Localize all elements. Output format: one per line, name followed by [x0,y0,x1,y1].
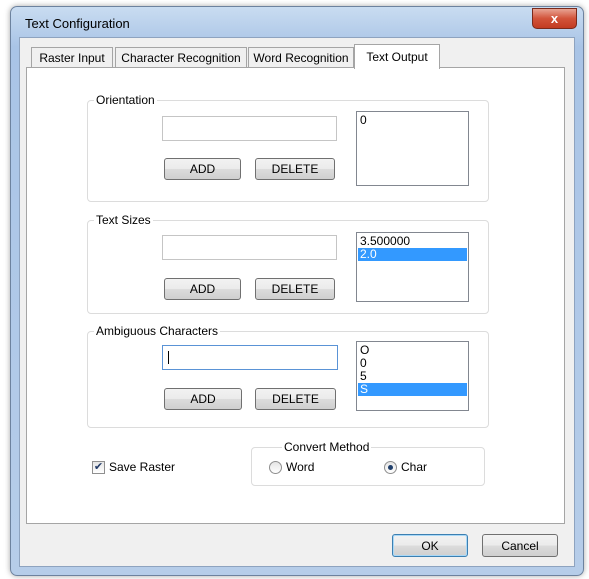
word-radio-label[interactable]: Word [286,460,314,474]
char-radio-label[interactable]: Char [401,460,427,474]
tab-raster-input[interactable]: Raster Input [31,47,113,68]
button-label: DELETE [272,392,319,406]
tab-text-output[interactable]: Text Output [354,44,440,69]
char-radio[interactable] [384,461,397,474]
tab-character-recognition[interactable]: Character Recognition [115,47,247,68]
button-label: DELETE [271,162,319,176]
text-sizes-add-button[interactable]: ADD [164,278,241,300]
ambiguous-characters-add-button[interactable]: ADD [164,388,242,410]
text-sizes-delete-button[interactable]: DELETE [255,278,335,300]
tab-label: Raster Input [39,51,105,65]
orientation-input[interactable] [162,116,337,141]
text-sizes-listbox[interactable]: 3.500000 2.0 [356,232,469,302]
radio-selected-dot [388,465,393,470]
button-label: DELETE [271,282,319,296]
tab-label: Word Recognition [253,51,349,65]
list-item[interactable]: 0 [358,357,467,370]
checkmark-icon: ✔ [93,461,104,473]
text-sizes-legend: Text Sizes [94,213,153,227]
list-item-selected[interactable]: S [358,383,467,396]
tab-label: Character Recognition [121,51,241,65]
save-raster-checkbox[interactable]: ✔ [92,461,105,474]
list-item-selected[interactable]: 2.0 [358,248,467,261]
save-raster-label[interactable]: Save Raster [109,460,175,474]
button-label: ADD [189,162,216,176]
tab-word-recognition[interactable]: Word Recognition [248,47,354,68]
ambiguous-characters-input[interactable] [162,345,338,370]
close-button[interactable]: x [532,8,577,29]
convert-method-legend: Convert Method [282,440,372,454]
word-radio[interactable] [269,461,282,474]
orientation-legend: Orientation [94,93,157,107]
close-icon: x [550,11,559,26]
tab-panel-text-output: Orientation ADD DELETE 0 Text Sizes ADD … [26,67,565,524]
button-label: OK [421,538,439,553]
text-sizes-input[interactable] [162,235,337,260]
orientation-listbox[interactable]: 0 [356,111,469,186]
button-label: ADD [189,282,216,296]
tab-label: Text Output [366,50,428,64]
cancel-button[interactable]: Cancel [482,534,558,557]
list-item[interactable]: O [358,344,467,357]
window-title: Text Configuration [25,16,130,31]
ok-button[interactable]: OK [392,534,468,557]
ambiguous-characters-listbox[interactable]: O 0 5 S [356,341,469,411]
ambiguous-characters-delete-button[interactable]: DELETE [255,388,336,410]
orientation-add-button[interactable]: ADD [164,158,241,180]
list-item[interactable]: 5 [358,370,467,383]
text-caret [168,351,169,364]
button-label: Cancel [501,538,539,553]
ambiguous-characters-legend: Ambiguous Characters [94,324,221,338]
orientation-delete-button[interactable]: DELETE [255,158,335,180]
list-item[interactable]: 0 [358,114,467,127]
button-label: ADD [190,392,216,406]
